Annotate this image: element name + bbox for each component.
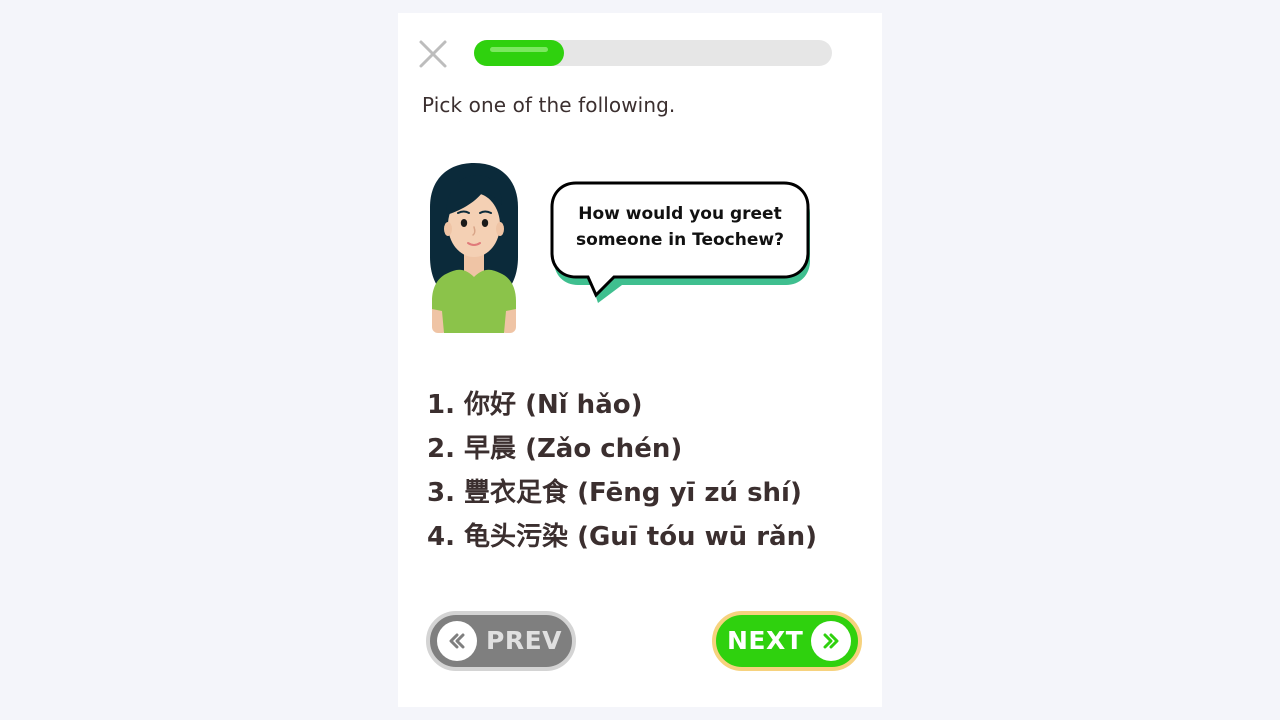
answer-option-4[interactable]: 4. 龟头污染 (Guī tóu wū rǎn) <box>427 515 817 559</box>
close-icon <box>419 40 447 68</box>
answer-option-2[interactable]: 2. 早晨 (Zǎo chén) <box>427 427 817 471</box>
progress-shine <box>490 47 548 52</box>
next-button-label: NEXT <box>727 626 804 655</box>
instruction-text: Pick one of the following. <box>422 93 676 117</box>
next-button[interactable]: NEXT <box>712 611 862 671</box>
speech-line-1: How would you greet <box>578 204 782 224</box>
prev-button[interactable]: PREV <box>426 611 576 671</box>
quiz-card: Pick one of the following. How would you… <box>398 13 882 707</box>
prev-icon-circle <box>437 621 477 661</box>
speech-bubble-text: How would you greet someone in Teochew? <box>550 201 810 253</box>
next-icon-circle <box>811 621 851 661</box>
answer-options-list: 1. 你好 (Nǐ hǎo) 2. 早晨 (Zǎo chén) 3. 豐衣足食 … <box>427 383 817 559</box>
progress-fill <box>474 40 564 66</box>
prev-button-label: PREV <box>486 626 562 655</box>
character-avatar <box>430 163 518 333</box>
progress-bar <box>474 40 832 66</box>
double-chevron-right-icon <box>823 633 839 649</box>
double-chevron-left-icon <box>449 633 465 649</box>
answer-option-1[interactable]: 1. 你好 (Nǐ hǎo) <box>427 383 817 427</box>
speech-line-2: someone in Teochew? <box>576 230 784 250</box>
close-button[interactable] <box>416 37 450 71</box>
answer-option-3[interactable]: 3. 豐衣足食 (Fēng yī zú shí) <box>427 471 817 515</box>
